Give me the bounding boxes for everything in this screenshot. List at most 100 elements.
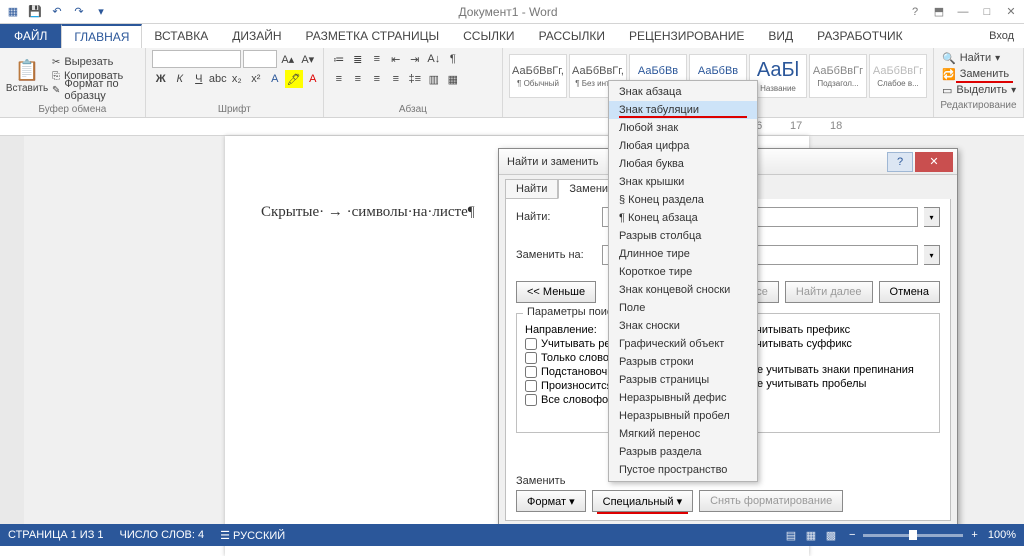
special-menu-item[interactable]: Знак сноски (609, 317, 757, 335)
format-painter-button[interactable]: ✎ Формат по образцу (52, 83, 139, 97)
special-button[interactable]: Специальный ▾ (592, 490, 693, 512)
decrease-indent-button[interactable]: ⇤ (387, 50, 405, 68)
tab-design[interactable]: ДИЗАЙН (220, 24, 293, 48)
line-spacing-button[interactable]: ‡≡ (406, 70, 424, 88)
tab-view[interactable]: ВИД (756, 24, 805, 48)
underline-button[interactable]: Ч (190, 70, 208, 88)
read-mode-icon[interactable]: ▤ (781, 527, 801, 543)
special-menu-item[interactable]: Любой знак (609, 119, 757, 137)
strikethrough-button[interactable]: abc (209, 70, 227, 88)
special-menu-item[interactable]: Неразрывный пробел (609, 407, 757, 425)
cut-button[interactable]: ✂ Вырезать (52, 55, 139, 69)
special-menu-item[interactable]: Знак крышки (609, 173, 757, 191)
sign-in-link[interactable]: Вход (979, 24, 1024, 48)
status-page[interactable]: СТРАНИЦА 1 ИЗ 1 (8, 529, 104, 541)
tab-page-layout[interactable]: РАЗМЕТКА СТРАНИЦЫ (294, 24, 452, 48)
tab-home[interactable]: ГЛАВНАЯ (61, 24, 142, 48)
find-next-button[interactable]: Найти далее (785, 281, 873, 303)
align-center-button[interactable]: ≡ (349, 70, 367, 88)
zoom-in-button[interactable]: + (971, 529, 977, 541)
special-menu-item[interactable]: Разрыв раздела (609, 443, 757, 461)
special-menu-item[interactable]: Любая буква (609, 155, 757, 173)
save-icon[interactable]: 💾 (26, 3, 44, 21)
subscript-button[interactable]: x₂ (228, 70, 246, 88)
minimize-icon[interactable]: — (954, 3, 972, 21)
special-menu-item[interactable]: Разрыв строки (609, 353, 757, 371)
special-menu-item[interactable]: Разрыв страницы (609, 371, 757, 389)
special-menu-item[interactable]: Поле (609, 299, 757, 317)
special-menu-item[interactable]: Мягкий перенос (609, 425, 757, 443)
horizontal-ruler[interactable]: 16 17 18 (0, 118, 1024, 136)
select-button[interactable]: ▭Выделить ▾ (940, 82, 1017, 98)
superscript-button[interactable]: x² (247, 70, 265, 88)
justify-button[interactable]: ≡ (387, 70, 405, 88)
sort-button[interactable]: A↓ (425, 50, 443, 68)
help-icon[interactable]: ? (906, 3, 924, 21)
tab-insert[interactable]: ВСТАВКА (142, 24, 220, 48)
text-effects-button[interactable]: A (266, 70, 284, 88)
match-suffix-checkbox[interactable]: Учитывать суффикс (733, 338, 931, 350)
increase-indent-button[interactable]: ⇥ (406, 50, 424, 68)
special-menu-item[interactable]: Знак абзаца (609, 83, 757, 101)
special-menu-item[interactable]: Знак табуляции (609, 101, 757, 119)
numbering-button[interactable]: ≣ (349, 50, 367, 68)
find-button[interactable]: 🔍Найти ▾ (940, 50, 1017, 66)
ribbon-options-icon[interactable]: ⬒ (930, 3, 948, 21)
vertical-ruler[interactable] (0, 136, 24, 524)
dialog-close-icon[interactable]: ✕ (915, 152, 953, 172)
cancel-button[interactable]: Отмена (879, 281, 940, 303)
maximize-icon[interactable]: □ (978, 3, 996, 21)
borders-button[interactable]: ▦ (444, 70, 462, 88)
zoom-out-button[interactable]: − (849, 529, 855, 541)
ignore-spaces-checkbox[interactable]: Не учитывать пробелы (733, 378, 931, 390)
find-history-dropdown[interactable]: ▾ (924, 207, 940, 227)
special-menu-item[interactable]: Графический объект (609, 335, 757, 353)
undo-icon[interactable]: ↶ (48, 3, 66, 21)
highlight-button[interactable]: 🖊 (285, 70, 303, 88)
replace-history-dropdown[interactable]: ▾ (924, 245, 940, 265)
align-left-button[interactable]: ≡ (330, 70, 348, 88)
special-menu-item[interactable]: Любая цифра (609, 137, 757, 155)
zoom-handle[interactable] (909, 530, 917, 540)
special-menu-item[interactable]: Неразрывный дефис (609, 389, 757, 407)
show-marks-button[interactable]: ¶ (444, 50, 462, 68)
special-menu-item[interactable]: § Конец раздела (609, 191, 757, 209)
print-layout-icon[interactable]: ▦ (801, 527, 821, 543)
tab-review[interactable]: РЕЦЕНЗИРОВАНИЕ (617, 24, 756, 48)
less-button[interactable]: << Меньше (516, 281, 596, 303)
special-menu-item[interactable]: Пустое пространство (609, 461, 757, 479)
no-formatting-button[interactable]: Снять форматирование (699, 490, 843, 512)
font-size-combo[interactable] (243, 50, 277, 68)
file-tab[interactable]: ФАЙЛ (0, 24, 61, 48)
zoom-slider[interactable] (863, 534, 963, 537)
tab-mailings[interactable]: РАССЫЛКИ (527, 24, 617, 48)
align-right-button[interactable]: ≡ (368, 70, 386, 88)
redo-icon[interactable]: ↷ (70, 3, 88, 21)
special-menu-item[interactable]: Длинное тире (609, 245, 757, 263)
tab-developer[interactable]: РАЗРАБОТЧИК (805, 24, 915, 48)
shading-button[interactable]: ▥ (425, 70, 443, 88)
style-subtitle[interactable]: АаБбВвГгПодзагол... (809, 54, 867, 98)
bold-button[interactable]: Ж (152, 70, 170, 88)
match-prefix-checkbox[interactable]: Учитывать префикс (733, 324, 931, 336)
close-icon[interactable]: ✕ (1002, 3, 1020, 21)
zoom-level[interactable]: 100% (988, 529, 1016, 541)
paste-button[interactable]: 📋 Вставить (6, 58, 48, 94)
replace-button[interactable]: 🔁Заменить (940, 66, 1017, 82)
grow-font-icon[interactable]: A▴ (279, 50, 297, 68)
tab-references[interactable]: ССЫЛКИ (451, 24, 526, 48)
bullets-button[interactable]: ≔ (330, 50, 348, 68)
status-language[interactable]: ☰ РУССКИЙ (220, 529, 285, 542)
web-layout-icon[interactable]: ▩ (821, 527, 841, 543)
dialog-help-icon[interactable]: ? (887, 152, 913, 172)
shrink-font-icon[interactable]: A▾ (299, 50, 317, 68)
special-menu-item[interactable]: Разрыв столбца (609, 227, 757, 245)
format-button[interactable]: Формат ▾ (516, 490, 586, 512)
dialog-tab-find[interactable]: Найти (505, 179, 558, 199)
italic-button[interactable]: К (171, 70, 189, 88)
style-subtle[interactable]: АаБбВвГгСлабое в... (869, 54, 927, 98)
multilevel-button[interactable]: ≡ (368, 50, 386, 68)
ignore-punct-checkbox[interactable]: Не учитывать знаки препинания (733, 364, 931, 376)
status-word-count[interactable]: ЧИСЛО СЛОВ: 4 (120, 529, 205, 541)
special-menu-item[interactable]: Знак концевой сноски (609, 281, 757, 299)
